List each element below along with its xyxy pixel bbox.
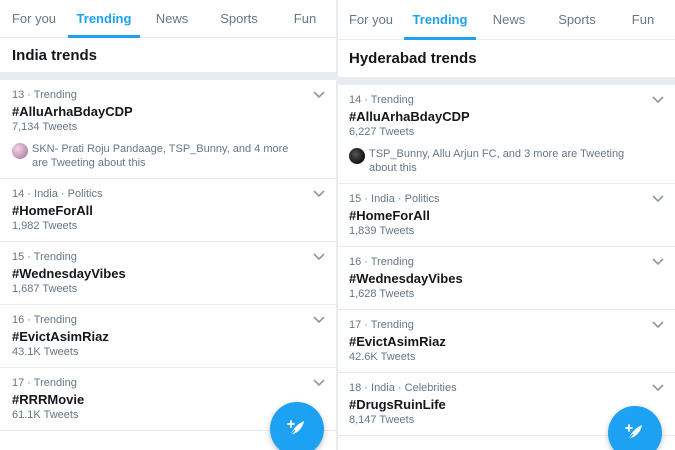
chevron-down-icon[interactable] (651, 320, 665, 330)
trend-item[interactable]: 16 · Trending #WednesdayVibes 1,628 Twee… (338, 247, 675, 310)
explore-tabs: For you Trending News Sports Fun (338, 0, 675, 40)
chevron-down-icon[interactable] (312, 378, 326, 388)
trend-meta: 17 · Trending (349, 319, 414, 331)
trend-name: #HomeForAll (349, 208, 430, 223)
trend-name: #WednesdayVibes (349, 271, 463, 286)
trend-item[interactable]: 15 · India · Politics #HomeForAll 1,839 … (338, 184, 675, 247)
trend-meta: 15 · Trending (12, 251, 77, 263)
explore-tabs: For you Trending News Sports Fun (0, 0, 336, 38)
trend-name: #AlluArhaBdayCDP (12, 104, 133, 119)
trend-name: #EvictAsimRiaz (349, 334, 446, 349)
chevron-down-icon[interactable] (312, 252, 326, 262)
chevron-down-icon[interactable] (651, 194, 665, 204)
tab-trending[interactable]: Trending (68, 0, 140, 38)
trend-tweet-count: 1,628 Tweets (349, 288, 415, 300)
india-trends-panel: For you Trending News Sports Fun India t… (0, 0, 336, 450)
chevron-down-icon[interactable] (651, 257, 665, 267)
trend-item[interactable]: 15 · Trending #WednesdayVibes 1,687 Twee… (0, 242, 336, 305)
tab-news[interactable]: News (476, 0, 542, 39)
avatar (12, 143, 28, 159)
trend-item[interactable]: 13 · Trending #AlluArhaBdayCDP 7,134 Twe… (0, 80, 336, 179)
trend-name: #RRRMovie (12, 392, 85, 407)
tab-fun[interactable]: Fun (274, 0, 336, 37)
trend-tweet-count: 7,134 Tweets (12, 121, 78, 133)
trend-tweet-count: 1,982 Tweets (12, 220, 78, 232)
trend-meta: 14 · Trending (349, 94, 414, 106)
trend-tweet-count: 42.6K Tweets (349, 351, 416, 363)
trend-meta: 15 · India · Politics (349, 193, 440, 205)
section-title: India trends (0, 38, 336, 80)
trend-name: #DrugsRuinLife (349, 397, 446, 412)
tab-trending[interactable]: Trending (404, 0, 476, 40)
compose-tweet-button[interactable] (270, 402, 324, 450)
compose-tweet-icon (625, 424, 642, 441)
hyderabad-trends-panel: For you Trending News Sports Fun Hyderab… (338, 0, 675, 450)
trend-tweet-count: 1,839 Tweets (349, 225, 415, 237)
chevron-down-icon[interactable] (651, 95, 665, 105)
trend-name: #AlluArhaBdayCDP (349, 109, 470, 124)
tab-for-you[interactable]: For you (338, 0, 404, 39)
trend-item[interactable]: 14 · India · Politics #HomeForAll 1,982 … (0, 179, 336, 242)
screenshot-stage: For you Trending News Sports Fun India t… (0, 0, 675, 450)
chevron-down-icon[interactable] (312, 315, 326, 325)
tab-fun[interactable]: Fun (612, 0, 674, 39)
section-title: Hyderabad trends (338, 40, 675, 85)
compose-tweet-icon (287, 420, 304, 437)
trend-tweet-count: 43.1K Tweets (12, 346, 79, 358)
trend-context-text: SKN- Prati Roju Pandaage, TSP_Bunny, and… (32, 143, 289, 169)
trend-tweet-count: 6,227 Tweets (349, 126, 415, 138)
tab-sports[interactable]: Sports (542, 0, 612, 39)
trend-meta: 13 · Trending (12, 89, 77, 101)
tab-for-you[interactable]: For you (0, 0, 68, 37)
avatar (349, 148, 365, 164)
tab-sports[interactable]: Sports (204, 0, 274, 37)
trend-meta: 16 · Trending (349, 256, 414, 268)
trend-context-text: TSP_Bunny, Allu Arjun FC, and 3 more are… (369, 148, 625, 174)
trend-name: #EvictAsimRiaz (12, 329, 109, 344)
chevron-down-icon[interactable] (312, 189, 326, 199)
chevron-down-icon[interactable] (312, 90, 326, 100)
trend-item[interactable]: 14 · Trending #AlluArhaBdayCDP 6,227 Twe… (338, 85, 675, 184)
trend-tweet-count: 8,147 Tweets (349, 414, 415, 426)
trend-context: SKN- Prati Roju Pandaage, TSP_Bunny, and… (12, 142, 296, 170)
trend-tweet-count: 1,687 Tweets (12, 283, 78, 295)
trend-context: TSP_Bunny, Allu Arjun FC, and 3 more are… (349, 147, 635, 175)
trend-meta: 16 · Trending (12, 314, 77, 326)
trend-name: #HomeForAll (12, 203, 93, 218)
trend-meta: 18 · India · Celebrities (349, 382, 457, 394)
trend-meta: 14 · India · Politics (12, 188, 103, 200)
trend-item[interactable]: 17 · Trending #EvictAsimRiaz 42.6K Tweet… (338, 310, 675, 373)
trend-name: #WednesdayVibes (12, 266, 126, 281)
trend-item[interactable]: 16 · Trending #EvictAsimRiaz 43.1K Tweet… (0, 305, 336, 368)
trend-tweet-count: 61.1K Tweets (12, 409, 79, 421)
tab-news[interactable]: News (140, 0, 204, 37)
chevron-down-icon[interactable] (651, 383, 665, 393)
trend-meta: 17 · Trending (12, 377, 77, 389)
